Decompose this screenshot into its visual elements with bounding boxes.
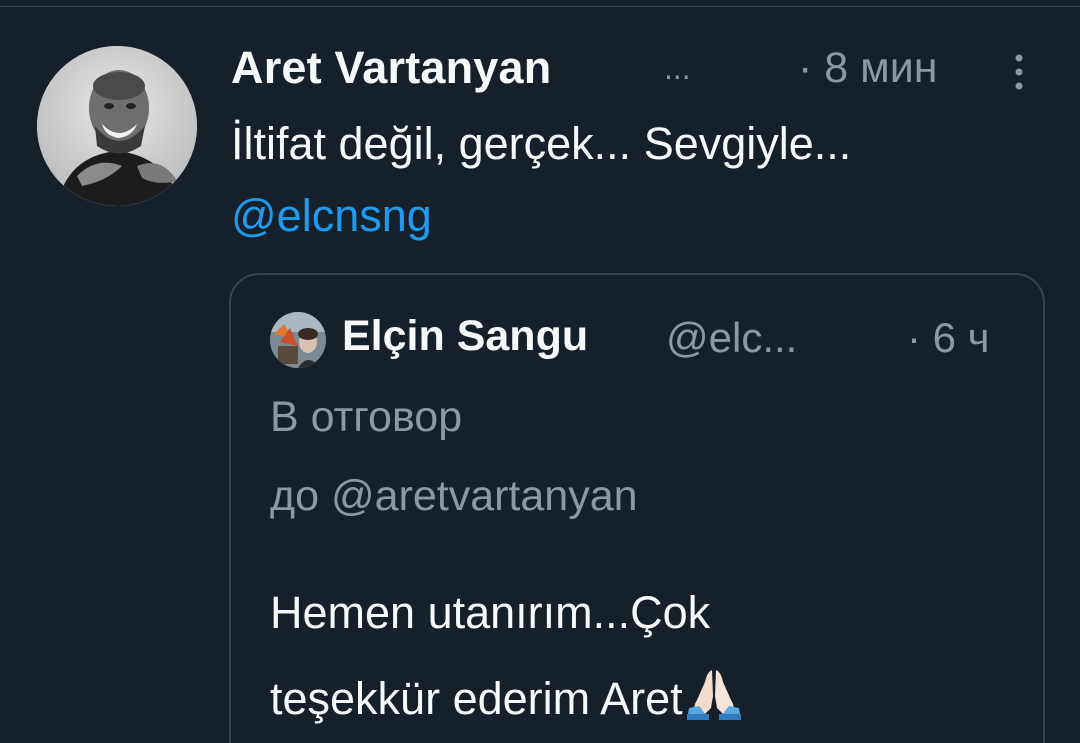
tweet-text: İltifat değil, gerçek... Sevgiyle... [231,118,852,169]
quote-text-line2-text: teşekkür ederim Aret [270,673,683,724]
tweet-screen: Aret Vartanyan ... · 8 мин İltifat değil… [0,0,1080,743]
quote-text-line2: teşekkür ederim Aret [270,666,743,725]
folded-hands-icon [686,670,741,720]
tweet-timestamp[interactable]: · 8 мин [798,44,937,93]
quote-text-line1: Hemen utanırım...Çok [270,587,711,638]
author-handle-ellipsis: ... [664,50,691,86]
quote-author-handle[interactable]: @elc... [666,314,797,362]
more-vertical-icon[interactable] [1011,52,1027,92]
quote-author-avatar[interactable] [270,312,326,368]
reply-context-label: В отговор [270,393,463,441]
quote-timestamp[interactable]: · 6 ч [907,314,990,362]
author-avatar[interactable] [37,46,197,206]
quote-author-name[interactable]: Elçin Sangu [342,312,588,361]
tweet-header: Aret Vartanyan ... · 8 мин [231,38,1031,98]
top-divider [0,6,1080,7]
quoted-tweet-card[interactable]: Elçin Sangu @elc... · 6 ч В отговор до @… [229,273,1045,743]
quote-avatar-image [270,312,326,368]
author-avatar-image [37,46,197,206]
reply-context-target[interactable]: до @aretvartanyan [270,472,638,521]
mention-link[interactable]: @elcnsng [231,190,432,242]
author-name[interactable]: Aret Vartanyan [231,42,551,94]
